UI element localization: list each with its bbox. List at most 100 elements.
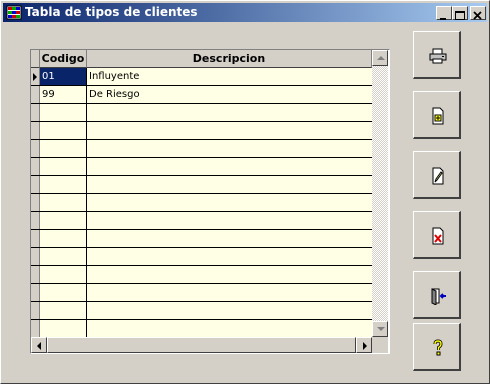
main-window: Tabla de tipos de clientes Codigo Descri… xyxy=(0,0,490,384)
cell-codigo[interactable] xyxy=(40,212,87,229)
table-row[interactable] xyxy=(31,266,372,284)
cell-codigo[interactable] xyxy=(40,320,87,337)
print-button[interactable] xyxy=(413,31,461,79)
row-indicator[interactable] xyxy=(31,194,40,211)
cell-descripcion[interactable] xyxy=(87,266,374,283)
table-row[interactable] xyxy=(31,320,372,338)
edit-document-icon xyxy=(432,167,444,185)
minimize-icon xyxy=(440,18,446,20)
row-indicator-header xyxy=(31,50,40,68)
cell-descripcion[interactable] xyxy=(87,176,374,193)
horizontal-scrollbar[interactable] xyxy=(31,337,372,353)
cell-codigo[interactable] xyxy=(40,158,87,175)
window-title: Tabla de tipos de clientes xyxy=(25,5,198,19)
app-icon xyxy=(6,5,22,20)
row-indicator[interactable] xyxy=(31,176,40,193)
row-indicator[interactable] xyxy=(31,104,40,121)
arrow-up-icon xyxy=(377,56,385,60)
cell-descripcion[interactable] xyxy=(87,320,374,337)
delete-document-icon xyxy=(432,227,444,245)
table-row[interactable]: 99 De Riesgo xyxy=(31,86,372,104)
grid-rows: 01 Influyente 99 De Riesgo xyxy=(31,68,372,353)
table-row[interactable] xyxy=(31,230,372,248)
cell-descripcion[interactable] xyxy=(87,104,374,121)
row-indicator[interactable] xyxy=(31,248,40,265)
cell-descripcion[interactable] xyxy=(87,212,374,229)
cell-codigo[interactable] xyxy=(40,266,87,283)
cell-descripcion[interactable]: De Riesgo xyxy=(87,86,374,103)
minimize-button[interactable] xyxy=(436,6,452,20)
table-row[interactable]: 01 Influyente xyxy=(31,68,372,86)
row-indicator[interactable] xyxy=(31,158,40,175)
cell-codigo[interactable] xyxy=(40,140,87,157)
cell-codigo[interactable] xyxy=(40,104,87,121)
scroll-up-button[interactable] xyxy=(372,50,388,66)
close-icon xyxy=(473,11,482,20)
table-row[interactable] xyxy=(31,194,372,212)
table-row[interactable] xyxy=(31,248,372,266)
arrow-down-icon xyxy=(377,327,385,331)
help-button[interactable] xyxy=(413,323,461,371)
row-indicator[interactable] xyxy=(31,86,40,103)
row-indicator[interactable] xyxy=(31,68,40,85)
table-row[interactable] xyxy=(31,212,372,230)
exit-door-icon xyxy=(431,288,446,305)
table-row[interactable] xyxy=(31,302,372,320)
cell-codigo[interactable] xyxy=(40,248,87,265)
arrow-left-icon xyxy=(37,342,41,350)
cell-descripcion[interactable] xyxy=(87,140,374,157)
row-indicator[interactable] xyxy=(31,140,40,157)
scroll-right-button[interactable] xyxy=(356,337,372,353)
cell-codigo[interactable]: 99 xyxy=(40,86,87,103)
row-indicator[interactable] xyxy=(31,266,40,283)
row-indicator[interactable] xyxy=(31,284,40,301)
delete-button[interactable] xyxy=(413,211,461,259)
cell-codigo[interactable] xyxy=(40,176,87,193)
arrow-right-icon xyxy=(363,342,367,350)
maximize-button[interactable] xyxy=(452,6,468,20)
cell-descripcion[interactable] xyxy=(87,194,374,211)
vertical-scrollbar[interactable] xyxy=(372,50,388,337)
table-row[interactable] xyxy=(31,122,372,140)
column-header-descripcion[interactable]: Descripcion xyxy=(87,50,372,68)
cell-codigo[interactable]: 01 xyxy=(40,68,87,85)
cell-descripcion[interactable] xyxy=(87,158,374,175)
help-icon xyxy=(433,339,443,356)
cell-codigo[interactable] xyxy=(40,122,87,139)
scroll-down-button[interactable] xyxy=(372,321,388,337)
scrollbar-corner xyxy=(372,337,388,353)
table-row[interactable] xyxy=(31,104,372,122)
row-indicator[interactable] xyxy=(31,212,40,229)
add-button[interactable] xyxy=(413,91,461,139)
cell-codigo[interactable] xyxy=(40,302,87,319)
new-document-icon xyxy=(432,107,444,125)
close-button[interactable] xyxy=(470,6,486,20)
cell-descripcion[interactable] xyxy=(87,248,374,265)
cell-codigo[interactable] xyxy=(40,284,87,301)
column-header-codigo[interactable]: Codigo xyxy=(40,50,87,68)
row-indicator[interactable] xyxy=(31,302,40,319)
row-indicator[interactable] xyxy=(31,320,40,337)
cell-descripcion[interactable] xyxy=(87,230,374,247)
row-indicator[interactable] xyxy=(31,230,40,247)
cell-descripcion[interactable]: Influyente xyxy=(87,68,374,85)
data-grid: Codigo Descripcion 01 Influyente 99 De Ries… xyxy=(30,49,390,354)
table-row[interactable] xyxy=(31,176,372,194)
horizontal-scroll-thumb[interactable] xyxy=(47,337,356,353)
row-indicator[interactable] xyxy=(31,122,40,139)
table-row[interactable] xyxy=(31,140,372,158)
printer-icon xyxy=(429,48,447,64)
exit-button[interactable] xyxy=(413,271,461,319)
table-row[interactable] xyxy=(31,284,372,302)
scroll-left-button[interactable] xyxy=(31,337,47,353)
title-bar[interactable]: Tabla de tipos de clientes xyxy=(3,3,487,22)
cell-codigo[interactable] xyxy=(40,230,87,247)
cell-codigo[interactable] xyxy=(40,194,87,211)
maximize-icon xyxy=(455,11,465,20)
current-row-pointer-icon xyxy=(33,73,37,81)
cell-descripcion[interactable] xyxy=(87,122,374,139)
table-row[interactable] xyxy=(31,158,372,176)
edit-button[interactable] xyxy=(413,151,461,199)
cell-descripcion[interactable] xyxy=(87,302,374,319)
cell-descripcion[interactable] xyxy=(87,284,374,301)
